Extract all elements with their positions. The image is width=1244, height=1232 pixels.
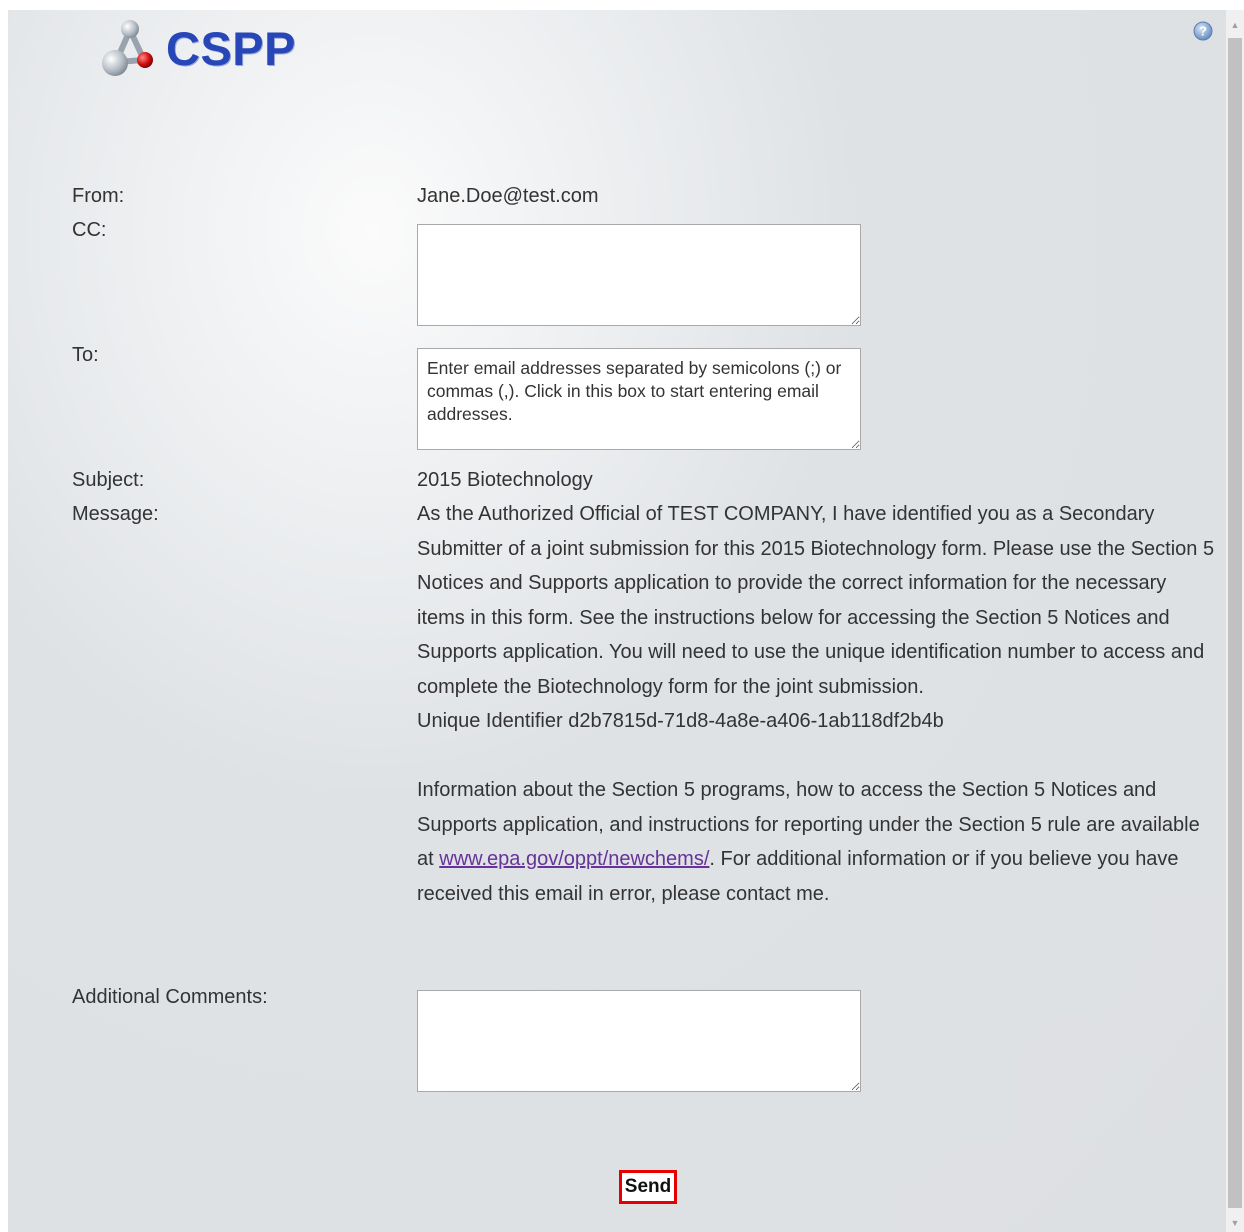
message-paragraph-info: Information about the Section 5 programs… (417, 773, 1217, 911)
scroll-thumb[interactable] (1228, 38, 1242, 1208)
cspp-logo: CSPP (94, 16, 296, 80)
from-label: From: (72, 185, 125, 207)
molecule-logo-icon (102, 20, 153, 76)
cc-field[interactable] (417, 224, 861, 326)
message-label: Message: (72, 503, 159, 525)
to-label: To: (72, 344, 99, 366)
logo-text: CSPP (166, 21, 296, 75)
scroll-up-arrow-icon[interactable]: ▲ (1226, 16, 1244, 34)
unique-identifier: Unique Identifier d2b7815d-71d8-4a8e-a40… (417, 710, 944, 732)
scroll-down-arrow-icon[interactable]: ▼ (1226, 1214, 1244, 1232)
send-highlight: Send (619, 1170, 677, 1204)
svg-text:?: ? (1199, 24, 1207, 39)
newchems-link[interactable]: www.epa.gov/oppt/newchems/ (439, 848, 709, 870)
subject-value: 2015 Biotechnology (417, 469, 593, 491)
email-compose-window: CSPP ? From: Jane.Doe@test.com CC: To: S… (8, 10, 1226, 1232)
cc-label: CC: (72, 219, 107, 241)
additional-comments-field[interactable] (417, 990, 861, 1092)
subject-label: Subject: (72, 469, 145, 491)
from-value: Jane.Doe@test.com (417, 185, 599, 207)
to-field[interactable] (417, 348, 861, 450)
vertical-scrollbar[interactable]: ▲ ▼ (1226, 10, 1244, 1232)
additional-comments-label: Additional Comments: (72, 986, 268, 1008)
message-paragraph: As the Authorized Official of TEST COMPA… (417, 503, 1215, 698)
message-body: As the Authorized Official of TEST COMPA… (417, 497, 1217, 911)
help-icon[interactable]: ? (1193, 21, 1213, 41)
send-button[interactable]: Send (622, 1173, 674, 1201)
